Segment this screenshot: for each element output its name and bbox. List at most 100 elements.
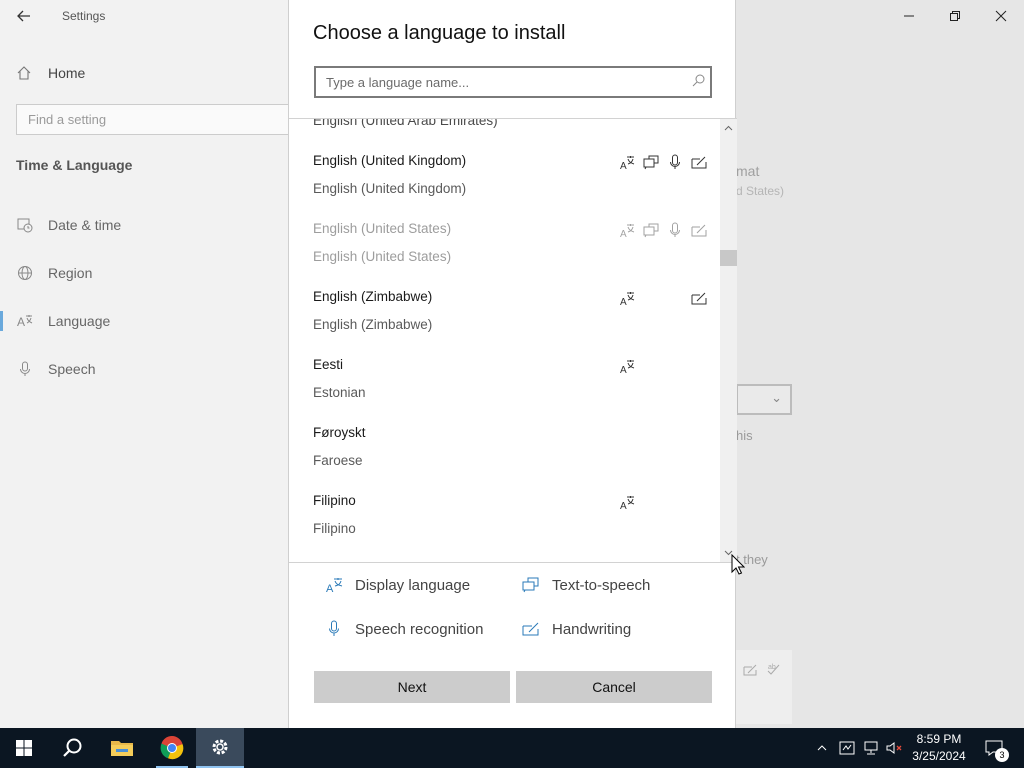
- language-list: English (United Arab Emirates) English (…: [289, 119, 719, 562]
- settings-icon: [212, 739, 228, 755]
- handwriting-icon: [689, 153, 709, 171]
- language-name: Filipino: [313, 493, 356, 508]
- scroll-thumb[interactable]: [720, 250, 737, 266]
- list-item-partial[interactable]: English (United Arab Emirates): [313, 119, 713, 133]
- nav-item-region[interactable]: Region: [16, 262, 92, 284]
- back-button[interactable]: [8, 0, 40, 32]
- app-title: Settings: [62, 9, 106, 23]
- active-nav-indicator: [0, 311, 3, 331]
- bg-this-fragment: his: [736, 428, 753, 443]
- show-hidden-icons[interactable]: [812, 728, 832, 768]
- language-native-name: Estonian: [313, 385, 366, 400]
- text-to-speech-icon: [522, 577, 539, 593]
- language-native-name: Filipino: [313, 521, 356, 536]
- chrome-icon: [160, 736, 184, 760]
- handwriting-icon: [689, 221, 709, 239]
- language-icon: A: [17, 315, 33, 329]
- speech-recognition-icon: [329, 620, 339, 636]
- close-icon: [995, 10, 1007, 22]
- svg-text:ab: ab: [768, 664, 776, 671]
- globe-icon: [18, 266, 32, 280]
- start-icon: [16, 740, 32, 756]
- language-name: Føroyskt: [313, 425, 366, 440]
- settings-sidebar: Settings Home Find a setting Time & Lang…: [0, 0, 296, 728]
- svg-text:A: A: [620, 161, 627, 170]
- legend-label: Display language: [355, 576, 471, 594]
- svg-text:A: A: [620, 365, 627, 374]
- search-icon: [63, 738, 82, 757]
- language-native-name: Faroese: [313, 453, 363, 468]
- legend-label: Handwriting: [552, 620, 632, 638]
- nav-item-speech[interactable]: Speech: [16, 358, 95, 380]
- scroll-up-button[interactable]: [720, 121, 737, 135]
- clock-date: 3/25/2024: [912, 749, 966, 763]
- bg-dropdown[interactable]: ⌄: [736, 384, 792, 415]
- language-list-scrollbar[interactable]: [720, 119, 737, 562]
- nav-item-label: Region: [48, 265, 93, 281]
- language-item: English (United States) English (United …: [313, 221, 713, 289]
- legend-label: Text-to-speech: [552, 576, 651, 594]
- nav-item-date-time[interactable]: Date & time: [16, 214, 121, 236]
- minimize-button[interactable]: [886, 0, 932, 32]
- language-item[interactable]: Føroyskt Faroese: [313, 425, 713, 493]
- tray-volume-muted[interactable]: [884, 728, 906, 768]
- chevron-down-icon: ⌄: [771, 390, 782, 405]
- display-language-icon: A: [617, 493, 637, 511]
- display-language-icon: A: [617, 153, 637, 171]
- mouse-cursor-icon: [731, 554, 745, 575]
- language-native-name: English (Zimbabwe): [313, 317, 433, 332]
- security-icon: [839, 741, 855, 755]
- find-setting-input[interactable]: Find a setting: [16, 104, 296, 135]
- speech-recognition-icon: [665, 153, 685, 171]
- close-button[interactable]: [978, 0, 1024, 32]
- minimize-icon: [904, 15, 914, 17]
- nav-item-label: Speech: [48, 361, 96, 377]
- start-button[interactable]: [0, 728, 48, 768]
- choose-language-dialog: Choose a language to install English (Un…: [288, 0, 737, 728]
- taskbar-settings[interactable]: [196, 728, 244, 768]
- taskbar: 8:59 PM 3/25/2024 3: [0, 728, 1024, 768]
- restore-button[interactable]: [932, 0, 978, 32]
- text-to-speech-icon: [641, 221, 661, 239]
- svg-text:A: A: [620, 229, 627, 238]
- language-native-name: English (United Arab Emirates): [313, 119, 498, 128]
- cancel-button[interactable]: Cancel: [516, 671, 712, 703]
- volume-muted-icon: [886, 742, 902, 754]
- home-icon: [17, 66, 31, 80]
- language-name: Eesti: [313, 357, 344, 372]
- clock-time: 8:59 PM: [916, 732, 962, 746]
- legend-text-to-speech: Text-to-speech: [522, 576, 650, 594]
- tray-network[interactable]: [860, 728, 882, 768]
- language-item[interactable]: Eesti Estonian A: [313, 357, 713, 425]
- language-item[interactable]: English (Zimbabwe) English (Zimbabwe) A: [313, 289, 713, 357]
- taskbar-clock[interactable]: 8:59 PM 3/25/2024: [908, 731, 970, 765]
- svg-text:A: A: [620, 297, 627, 306]
- nav-item-label: Date & time: [48, 217, 122, 233]
- language-item[interactable]: Filipino Filipino A: [313, 493, 713, 561]
- taskbar-search-button[interactable]: [48, 728, 96, 768]
- next-button[interactable]: Next: [314, 671, 510, 703]
- taskbar-chrome[interactable]: [148, 728, 196, 768]
- language-search-box[interactable]: [314, 66, 712, 98]
- find-setting-placeholder: Find a setting: [28, 112, 107, 127]
- dialog-title: Choose a language to install: [313, 22, 566, 44]
- taskbar-file-explorer[interactable]: [98, 728, 146, 768]
- bg-language-card: ab: [736, 650, 792, 724]
- display-language-icon: A: [326, 578, 343, 594]
- language-item[interactable]: English (United Kingdom) English (United…: [313, 153, 713, 221]
- tray-security[interactable]: [836, 728, 858, 768]
- language-name: English (Zimbabwe): [313, 289, 433, 304]
- list-bottom-divider: [289, 562, 737, 563]
- nav-item-language[interactable]: A Language: [16, 310, 110, 332]
- handwriting-icon: [743, 664, 757, 676]
- language-native-name: English (United Kingdom): [313, 181, 467, 196]
- nav-home[interactable]: Home: [16, 62, 85, 84]
- section-title: Time & Language: [16, 157, 133, 173]
- language-native-name: English (United States): [313, 249, 452, 264]
- language-search-input[interactable]: [326, 74, 686, 90]
- handwriting-icon: [522, 622, 539, 636]
- network-icon: [864, 741, 878, 755]
- nav-home-label: Home: [48, 65, 86, 81]
- handwriting-icon: [689, 289, 709, 307]
- microphone-icon: [20, 361, 30, 376]
